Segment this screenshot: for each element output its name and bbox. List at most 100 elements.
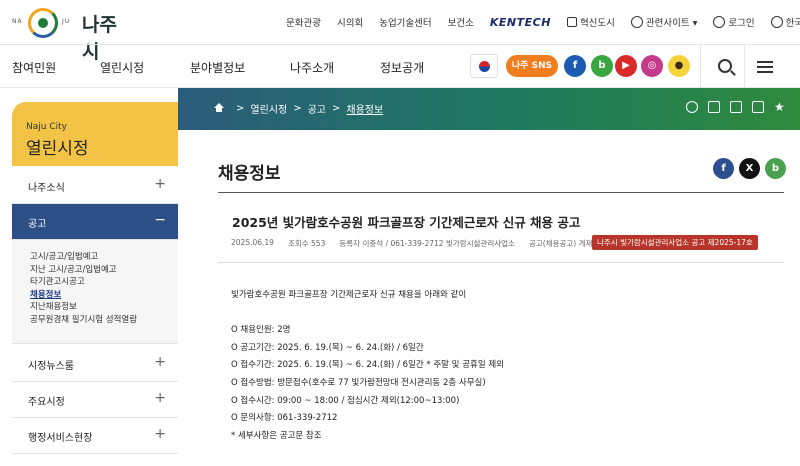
breadcrumb-chevron-icon: > [332, 103, 341, 114]
plus-icon: + [154, 354, 166, 370]
sub-item-recruitment[interactable]: 채용정보 [30, 288, 178, 301]
sidebar-item-newsroom[interactable]: 시정뉴스룸 + [12, 346, 178, 382]
top-links: 문화관광 시의회 농업기술센터 보건소 KENTECH 혁신도시 관련사이트 ▾… [286, 15, 800, 30]
home-icon[interactable] [214, 103, 224, 112]
nav-divider [700, 45, 701, 89]
breadcrumb-item[interactable]: 공고 [308, 101, 326, 116]
sub-item-exam-scores[interactable]: 공무원경채 필기시험 성적열람 [30, 313, 178, 326]
share-icon[interactable] [708, 101, 720, 113]
body-line: O 접수기간: 2025. 6. 19.(목) ~ 6. 24.(화) / 6일… [231, 360, 504, 371]
breadcrumb-chevron-icon: > [293, 103, 302, 114]
toplink-kentech[interactable]: KENTECH [490, 16, 551, 29]
breadcrumb: > 열린시정 > 공고 > 채용정보 [214, 101, 389, 116]
post-title: 2025년 빛가람호수공원 파크골프장 기간제근로자 신규 채용 공고 [232, 215, 581, 230]
facebook-share-icon[interactable]: f [713, 158, 734, 179]
print-icon[interactable] [730, 101, 742, 113]
body-line [231, 306, 504, 324]
x-share-icon[interactable]: X [739, 158, 760, 179]
logo-mark-icon [28, 8, 58, 38]
related-sites-label: 관련사이트 ▾ [645, 18, 698, 29]
plus-icon: + [154, 390, 166, 406]
facebook-icon[interactable]: f [564, 55, 586, 77]
post-date: 2025.06.19 [231, 238, 274, 247]
user-icon [713, 16, 726, 28]
building-icon [566, 17, 577, 27]
body-line: O 공고기간: 2025. 6. 19.(목) ~ 6. 24.(화) / 6일… [231, 342, 424, 353]
sidebar-item-admin-service[interactable]: 행정서비스현장 + [12, 418, 178, 454]
toplink-health-center[interactable]: 보건소 [448, 15, 474, 29]
sidebar-item-label: 시정뉴스룸 [28, 361, 74, 372]
instagram-icon[interactable]: ◎ [641, 55, 663, 77]
post-body: 빛가람호수공원 파크골프장 기간제근로자 신규 채용을 아래와 같이 O 채용인… [231, 288, 504, 446]
meta-divider [218, 262, 784, 263]
plus-icon: + [154, 426, 166, 442]
nav-item-civil[interactable]: 참여민원 [12, 59, 56, 76]
sidebar-sub-list: 고시/공고/입법예고 지난 고시/공고/입법예고 타기관고시공고 채용정보 지난… [12, 240, 178, 344]
title-divider [218, 192, 784, 193]
toplink-culture[interactable]: 문화관광 [286, 15, 321, 29]
site-logo[interactable]: NA JU 나주시 [12, 6, 122, 63]
nav-divider [744, 45, 745, 89]
target-icon[interactable] [686, 101, 698, 113]
page-title: 채용정보 [218, 164, 281, 184]
sub-item-past-notice[interactable]: 지난 고시/공고/입법예고 [30, 263, 178, 276]
post-views: 조회수 553 [287, 239, 326, 248]
sidebar-item-label: 나주소식 [28, 183, 65, 194]
sidebar-item-main-policy[interactable]: 주요시정 + [12, 382, 178, 418]
star-icon[interactable]: ★ [774, 101, 786, 113]
sidebar-title: 열린시정 [26, 139, 89, 159]
logo-small-text-left: NA [12, 18, 23, 25]
body-line: O 접수방법: 방문접수(호수로 77 빛가람전망대 전시관리동 2층 사무실) [231, 377, 486, 388]
post-author: 등록자 이충석 / 061-339-2712 빛가람시설관리사업소 [339, 239, 515, 248]
logo-small-text-right: JU [62, 18, 71, 25]
search-icon[interactable] [718, 59, 732, 73]
sidebar-subtitle: Naju City [26, 122, 67, 132]
breadcrumb-item[interactable]: 열린시정 [250, 101, 287, 116]
login-label: 로그인 [728, 18, 755, 29]
body-line: 빛가람호수공원 파크골프장 기간제근로자 신규 채용을 아래와 같이 [231, 290, 467, 300]
language-dropdown[interactable]: 한국어 ▾ [770, 15, 800, 29]
sidebar-item-label: 공고 [28, 219, 47, 230]
page-tools: ★ [676, 101, 786, 113]
post-meta: 2025.06.19 조회수 553 등록자 이충석 / 061-339-271… [231, 238, 620, 249]
sidebar-header: Naju City 열린시정 [12, 102, 178, 166]
blog-icon[interactable]: b [591, 55, 613, 77]
naju-sns-button[interactable]: 나주 SNS [506, 55, 558, 77]
blog-share-icon[interactable]: b [765, 158, 786, 179]
korea-flag-icon[interactable] [470, 54, 498, 78]
minus-icon: − [154, 212, 166, 228]
breadcrumb-chevron-icon: > [236, 103, 245, 114]
breadcrumb-band: > 열린시정 > 공고 > 채용정보 ★ [178, 88, 800, 130]
language-label: 한국어 ▾ [785, 18, 800, 29]
toplink-innovation-city[interactable]: 혁신도시 [566, 15, 615, 29]
main-nav: 참여민원 열린시정 분야별정보 나주소개 정보공개 나주 SNS f b ▶ ◎… [0, 44, 800, 89]
related-sites-dropdown[interactable]: 관련사이트 ▾ [630, 15, 698, 29]
qr-code-icon[interactable] [752, 101, 764, 113]
body-line: O 문의사항: 061-339-2712 [231, 413, 338, 424]
menu-icon[interactable] [757, 61, 773, 73]
nav-item-about[interactable]: 나주소개 [290, 59, 334, 76]
body-line: * 세부사항은 공고문 참조 [231, 430, 322, 441]
nav-item-field-info[interactable]: 분야별정보 [190, 59, 245, 76]
breadcrumb-item-current[interactable]: 채용정보 [346, 101, 383, 116]
body-line: O 채용인원: 2명 [231, 325, 291, 336]
list-icon [630, 16, 643, 28]
innovation-city-label: 혁신도시 [579, 18, 615, 29]
sub-item-past-recruitment[interactable]: 지난채용정보 [30, 300, 178, 313]
nav-item-info-disclosure[interactable]: 정보공개 [380, 59, 424, 76]
top-utility-bar: NA JU 나주시 문화관광 시의회 농업기술센터 보건소 KENTECH 혁신… [0, 0, 800, 63]
toplink-council[interactable]: 시의회 [337, 15, 363, 29]
notice-number-badge: 나주시 빛가람시설관리사업소 공고 제2025-17호 [592, 235, 758, 250]
sidebar-item-notice[interactable]: 공고 − [12, 204, 178, 240]
toplink-agri-center[interactable]: 농업기술센터 [379, 15, 431, 29]
youtube-icon[interactable]: ▶ [615, 55, 637, 77]
body-line: O 접수시간: 09:00 ~ 18:00 / 점심시간 제외(12:00~13… [231, 395, 460, 406]
nav-item-open-admin[interactable]: 열린시정 [100, 59, 144, 76]
sidebar-item-label: 주요시정 [28, 397, 65, 408]
sidebar-item-news[interactable]: 나주소식 + [12, 168, 178, 204]
login-link[interactable]: 로그인 [713, 15, 755, 29]
sub-item-other-agency[interactable]: 타기관고시공고 [30, 275, 178, 288]
sidebar-item-label: 행정서비스현장 [28, 433, 93, 444]
kakao-icon[interactable]: ● [668, 55, 690, 77]
sub-item-notice-legislation[interactable]: 고시/공고/입법예고 [30, 250, 178, 263]
